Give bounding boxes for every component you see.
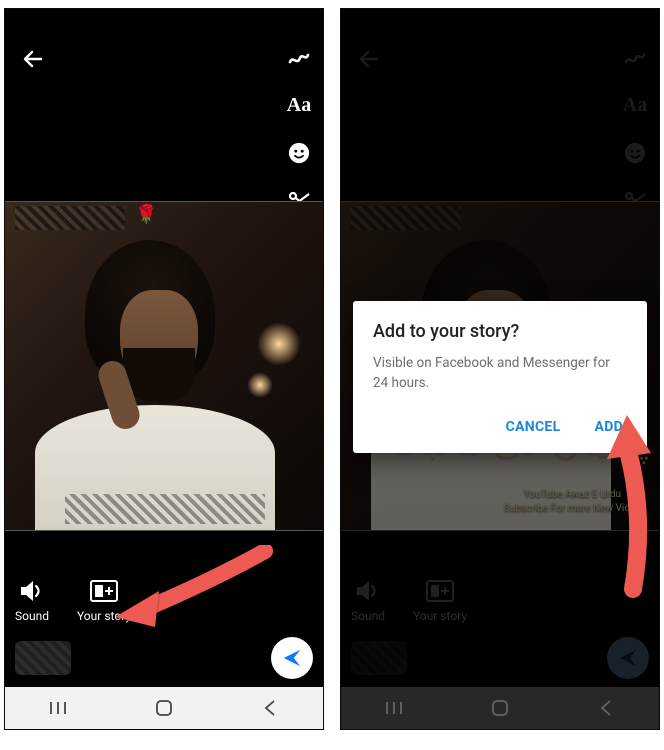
sound-label: Sound [15,609,49,623]
top-bar: Aa [5,9,323,199]
arrow-left-icon [21,47,45,71]
your-story-button: Your story [413,579,467,623]
add-button[interactable]: ADD [590,411,627,443]
cancel-button[interactable]: CANCEL [502,411,565,443]
scissors-icon [623,191,647,211]
sticker-tool [621,139,649,167]
sound-toggle: Sound [351,579,385,623]
recipient-chip [351,641,407,675]
watermark-text: YouTube Awaz E Urdu Subscribe For more N… [504,488,641,516]
recents-icon [384,700,404,716]
story-confirm-screen: Aa پہچان کی محبت YouTube Awaz E Urdu Sub… [340,8,660,730]
text-tool: Aa [621,91,649,119]
compose-row [15,637,313,679]
smiley-icon [288,142,310,164]
redacted-region [15,206,125,230]
bottom-bar: Sound Your story [5,527,323,687]
doodle-tool [621,43,649,71]
android-navbar [341,687,659,729]
text-tool[interactable]: Aa [285,91,313,119]
story-editor-screen: Aa 🌹 [4,8,324,730]
chevron-left-icon [599,699,613,717]
bottom-bar: Sound Your story [341,527,659,687]
add-story-icon [90,580,118,602]
sticker-tool[interactable] [285,139,313,167]
send-icon [281,647,303,669]
home-icon [490,698,510,718]
home-button[interactable] [487,695,513,721]
android-navbar [5,687,323,729]
chevron-left-icon [263,699,277,717]
dialog-title: Add to your story? [373,321,627,342]
speaker-icon [19,579,45,603]
home-button[interactable] [151,695,177,721]
nav-back-button[interactable] [593,695,619,721]
recents-button[interactable] [45,695,71,721]
top-bar: Aa [341,9,659,199]
send-button[interactable] [271,637,313,679]
send-icon [617,647,639,669]
dialog-body: Visible on Facebook and Messenger for 24… [373,354,627,393]
add-story-dialog: Add to your story? Visible on Facebook a… [353,301,647,453]
recipient-chip[interactable] [15,641,71,675]
smiley-icon [624,142,646,164]
rose-icon: 🌹 [135,204,157,225]
recents-icon [48,700,68,716]
recents-button[interactable] [381,695,407,721]
home-icon [154,698,174,718]
video-preview[interactable]: 🌹 [5,201,323,531]
back-button [355,45,383,73]
arrow-left-icon [357,47,381,71]
redacted-region [65,494,265,524]
nav-back-button[interactable] [257,695,283,721]
sound-toggle[interactable]: Sound [15,579,49,623]
editor-tools: Aa [285,43,313,215]
speaker-icon [355,579,381,603]
back-button[interactable] [19,45,47,73]
your-story-button[interactable]: Your story [77,579,131,623]
crop-tool [621,187,649,215]
squiggle-icon [623,46,647,68]
add-story-icon [426,580,454,602]
send-button [607,637,649,679]
squiggle-icon [287,46,311,68]
your-story-label: Your story [77,609,131,623]
doodle-tool[interactable] [285,43,313,71]
